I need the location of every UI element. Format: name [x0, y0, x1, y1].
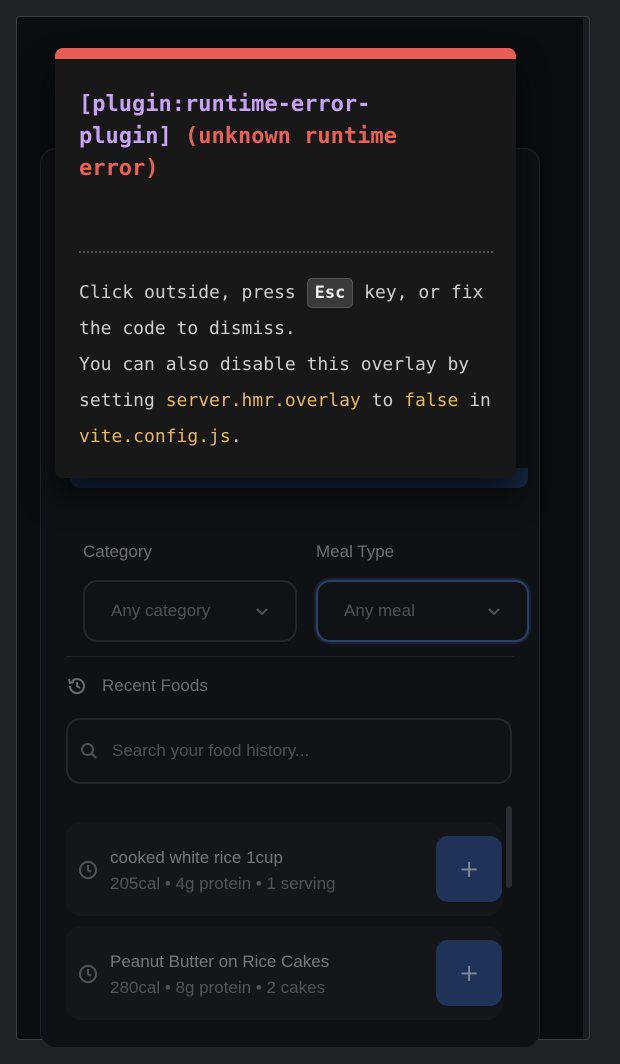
food-history-search[interactable]: Search your food history...: [66, 718, 512, 784]
category-select-value: Any category: [111, 601, 211, 620]
recent-foods-title: Recent Foods: [102, 676, 208, 695]
list-scrollbar[interactable]: [506, 806, 512, 888]
list-item[interactable]: Peanut Butter on Rice Cakes 280cal • 8g …: [66, 926, 502, 1020]
add-food-button[interactable]: +: [436, 940, 502, 1006]
esc-key-badge: Esc: [306, 278, 354, 308]
list-item[interactable]: cooked white rice 1cup 205cal • 4g prote…: [66, 822, 502, 916]
tip-text: to: [371, 390, 394, 411]
chevron-down-icon: [256, 608, 268, 616]
config-code: false: [404, 390, 459, 411]
config-code: vite.config.js: [79, 426, 231, 447]
chevron-down-icon: [488, 608, 500, 616]
section-divider: [66, 656, 514, 657]
category-select[interactable]: Any category: [83, 580, 297, 642]
add-food-button[interactable]: +: [436, 836, 502, 902]
food-meta: 280cal • 8g protein • 2 cakes: [110, 978, 326, 997]
meal-type-select-value: Any meal: [344, 601, 415, 620]
error-tip: Click outside, press Esc key, or fix the…: [79, 275, 499, 455]
error-divider: [79, 251, 493, 253]
config-code: server.hmr.overlay: [165, 390, 361, 411]
meal-type-select[interactable]: Any meal: [316, 580, 529, 642]
meal-type-label: Meal Type: [316, 542, 395, 561]
food-name: cooked white rice 1cup: [110, 848, 283, 867]
food-meta: 205cal • 4g protein • 1 serving: [110, 874, 336, 893]
recent-foods-header: Recent Foods: [66, 675, 208, 697]
search-placeholder: Search your food history...: [112, 741, 310, 760]
category-label: Category: [83, 542, 152, 561]
clock-icon: [79, 965, 97, 983]
error-title: [plugin:runtime-error-plugin] (unknown r…: [79, 89, 459, 185]
history-icon: [68, 678, 85, 695]
search-icon: [81, 743, 97, 759]
tip-text: in: [469, 390, 491, 411]
error-overlay[interactable]: [plugin:runtime-error-plugin] (unknown r…: [55, 48, 516, 478]
tip-text: .: [230, 426, 242, 447]
page-scrollbar[interactable]: [583, 17, 589, 1039]
tip-text: Click outside, press: [79, 282, 296, 303]
clock-icon: [79, 861, 97, 879]
food-name: Peanut Butter on Rice Cakes: [110, 952, 330, 971]
